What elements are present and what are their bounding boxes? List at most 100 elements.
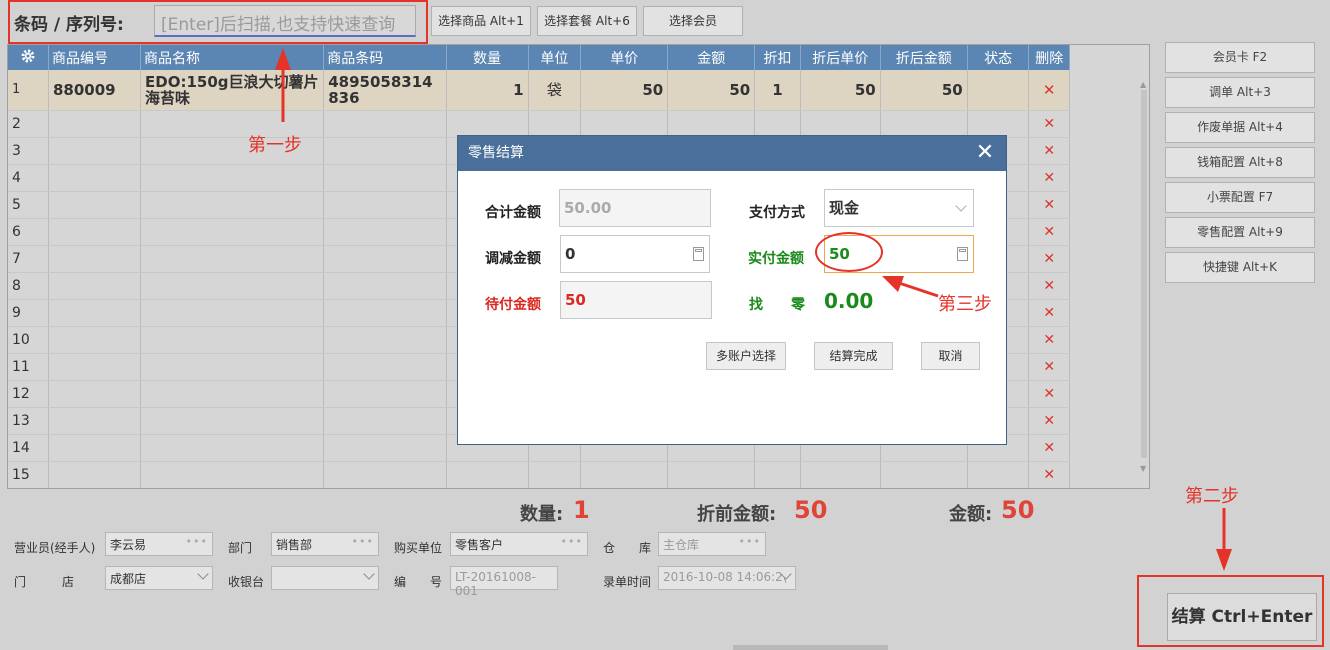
store-select[interactable]: 成都店 bbox=[105, 566, 213, 590]
horizontal-scrollbar[interactable] bbox=[733, 645, 888, 650]
empty-cell[interactable] bbox=[580, 110, 669, 138]
delete-icon[interactable]: ✕ bbox=[1028, 434, 1070, 462]
cell-price[interactable]: 50 bbox=[580, 70, 669, 111]
empty-cell[interactable] bbox=[323, 245, 447, 273]
cancel-button[interactable]: 取消 bbox=[921, 342, 980, 370]
void-order-button[interactable]: 作废单据 Alt+4 bbox=[1165, 112, 1315, 143]
empty-cell[interactable] bbox=[528, 461, 582, 488]
calculator-icon[interactable] bbox=[693, 247, 704, 261]
empty-cell[interactable] bbox=[323, 299, 447, 327]
delete-icon[interactable]: ✕ bbox=[1028, 245, 1070, 273]
time-field[interactable]: 2016-10-08 14:06:2( bbox=[658, 566, 796, 590]
empty-cell[interactable] bbox=[323, 272, 447, 300]
empty-cell[interactable] bbox=[48, 272, 142, 300]
empty-cell[interactable] bbox=[446, 110, 529, 138]
empty-cell[interactable] bbox=[140, 434, 325, 462]
empty-cell[interactable] bbox=[48, 434, 142, 462]
buyer-field[interactable]: 零售客户 ••• bbox=[450, 532, 588, 556]
delete-icon[interactable]: ✕ bbox=[1028, 164, 1070, 192]
empty-cell[interactable] bbox=[667, 461, 756, 488]
cell-amount[interactable]: 50 bbox=[667, 70, 756, 111]
calculator-icon[interactable] bbox=[957, 247, 968, 261]
more-dots-icon[interactable]: ••• bbox=[186, 535, 208, 548]
cell-disc-price[interactable]: 50 bbox=[800, 70, 881, 111]
delete-icon[interactable]: ✕ bbox=[1028, 299, 1070, 327]
col-code[interactable]: 商品编号 bbox=[48, 45, 142, 70]
empty-cell[interactable] bbox=[800, 461, 881, 488]
delete-icon[interactable]: ✕ bbox=[1028, 326, 1070, 354]
empty-cell[interactable] bbox=[967, 461, 1030, 488]
empty-cell[interactable] bbox=[580, 461, 669, 488]
receipt-config-button[interactable]: 小票配置 F7 bbox=[1165, 182, 1315, 213]
empty-cell[interactable] bbox=[140, 218, 325, 246]
delete-icon[interactable]: ✕ bbox=[1028, 353, 1070, 381]
register-select[interactable] bbox=[271, 566, 379, 590]
empty-cell[interactable] bbox=[140, 353, 325, 381]
table-row[interactable]: 15 ✕ bbox=[8, 461, 1070, 488]
select-product-button[interactable]: 选择商品 Alt+1 bbox=[431, 6, 531, 36]
delete-icon[interactable]: ✕ bbox=[1028, 272, 1070, 300]
table-row[interactable]: 2 ✕ bbox=[8, 110, 1070, 138]
empty-cell[interactable] bbox=[323, 407, 447, 435]
empty-cell[interactable] bbox=[667, 110, 756, 138]
empty-cell[interactable] bbox=[754, 461, 801, 488]
empty-cell[interactable] bbox=[323, 110, 447, 138]
empty-cell[interactable] bbox=[323, 380, 447, 408]
adjust-input[interactable]: 0 bbox=[560, 235, 710, 273]
empty-cell[interactable] bbox=[140, 272, 325, 300]
close-icon[interactable]: ✕ bbox=[972, 140, 998, 166]
empty-cell[interactable] bbox=[323, 191, 447, 219]
col-qty[interactable]: 数量 bbox=[446, 45, 529, 70]
col-price[interactable]: 单价 bbox=[580, 45, 669, 70]
empty-cell[interactable] bbox=[140, 461, 325, 488]
empty-cell[interactable] bbox=[323, 353, 447, 381]
delete-icon[interactable]: ✕ bbox=[1028, 191, 1070, 219]
col-status[interactable]: 状态 bbox=[967, 45, 1030, 70]
empty-cell[interactable] bbox=[800, 110, 881, 138]
col-disc-amount[interactable]: 折后金额 bbox=[880, 45, 968, 70]
cash-drawer-config-button[interactable]: 钱箱配置 Alt+8 bbox=[1165, 147, 1315, 178]
cell-barcode[interactable]: 4895058314836 bbox=[323, 70, 447, 111]
payment-method-select[interactable]: 现金 bbox=[824, 189, 974, 227]
empty-cell[interactable] bbox=[140, 245, 325, 273]
empty-cell[interactable] bbox=[140, 191, 325, 219]
retail-config-button[interactable]: 零售配置 Alt+9 bbox=[1165, 217, 1315, 248]
delete-icon[interactable]: ✕ bbox=[1028, 137, 1070, 165]
empty-cell[interactable] bbox=[48, 380, 142, 408]
multi-account-button[interactable]: 多账户选择 bbox=[706, 342, 786, 370]
delete-icon[interactable]: ✕ bbox=[1028, 110, 1070, 138]
empty-cell[interactable] bbox=[48, 191, 142, 219]
col-discount[interactable]: 折扣 bbox=[754, 45, 801, 70]
recall-order-button[interactable]: 调单 Alt+3 bbox=[1165, 77, 1315, 108]
col-delete[interactable]: 删除 bbox=[1028, 45, 1070, 70]
empty-cell[interactable] bbox=[880, 461, 968, 488]
barcode-input[interactable]: [Enter]后扫描,也支持快速查询 bbox=[154, 5, 416, 37]
empty-cell[interactable] bbox=[48, 353, 142, 381]
col-name[interactable]: 商品名称 bbox=[140, 45, 325, 70]
warehouse-field[interactable]: 主仓库 ••• bbox=[658, 532, 766, 556]
delete-icon[interactable]: ✕ bbox=[1028, 407, 1070, 435]
col-disc-price[interactable]: 折后单价 bbox=[800, 45, 881, 70]
checkout-button[interactable]: 结算 Ctrl+Enter bbox=[1167, 593, 1317, 641]
empty-cell[interactable] bbox=[140, 407, 325, 435]
cell-disc-amount[interactable]: 50 bbox=[880, 70, 968, 111]
cell-qty[interactable]: 1 bbox=[446, 70, 529, 111]
empty-cell[interactable] bbox=[323, 137, 447, 165]
empty-cell[interactable] bbox=[323, 164, 447, 192]
col-amount[interactable]: 金额 bbox=[667, 45, 756, 70]
member-card-button[interactable]: 会员卡 F2 bbox=[1165, 42, 1315, 73]
empty-cell[interactable] bbox=[48, 245, 142, 273]
delete-icon[interactable]: ✕ bbox=[1028, 218, 1070, 246]
table-row[interactable]: 1 880009 EDO:150g巨浪大切薯片海苔味 4895058314836… bbox=[8, 70, 1070, 111]
dept-field[interactable]: 销售部 ••• bbox=[271, 532, 379, 556]
cell-discount[interactable]: 1 bbox=[754, 70, 801, 111]
empty-cell[interactable] bbox=[140, 326, 325, 354]
empty-cell[interactable] bbox=[48, 218, 142, 246]
select-package-button[interactable]: 选择套餐 Alt+6 bbox=[537, 6, 637, 36]
empty-cell[interactable] bbox=[967, 110, 1030, 138]
more-dots-icon[interactable]: ••• bbox=[561, 535, 583, 548]
empty-cell[interactable] bbox=[48, 164, 142, 192]
empty-cell[interactable] bbox=[880, 110, 968, 138]
empty-cell[interactable] bbox=[754, 110, 801, 138]
empty-cell[interactable] bbox=[48, 326, 142, 354]
